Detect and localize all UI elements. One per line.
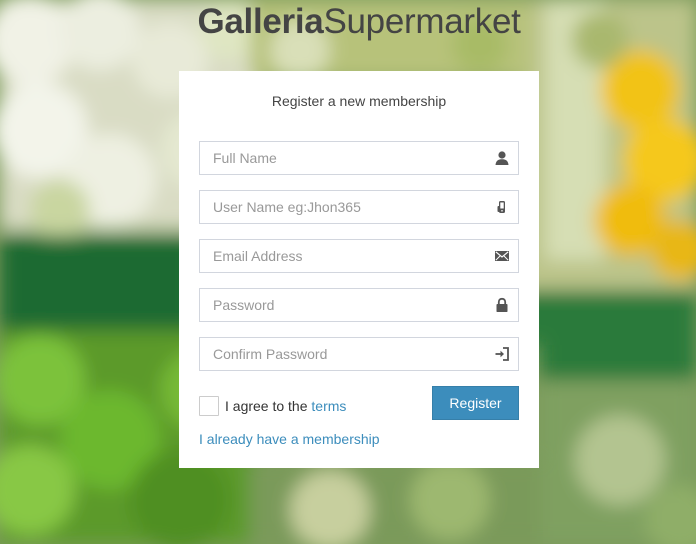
email-field xyxy=(199,239,519,273)
brand-light: Supermarket xyxy=(323,2,521,41)
terms-checkbox[interactable] xyxy=(199,396,219,416)
mobile-hand-icon xyxy=(497,201,505,213)
agree-text: I agree to the xyxy=(225,398,312,414)
brand-bold: Galleria xyxy=(197,2,324,41)
already-member-link[interactable]: I already have a membership xyxy=(199,431,380,447)
envelope-icon xyxy=(495,251,509,261)
register-button[interactable]: Register xyxy=(432,386,519,420)
form-title: Register a new membership xyxy=(271,93,447,109)
password-field xyxy=(199,288,519,322)
terms-link[interactable]: terms xyxy=(311,398,346,414)
register-box: Register a new membership Full Name User… xyxy=(179,71,539,468)
confirm-password-input[interactable] xyxy=(200,338,518,370)
password-input[interactable] xyxy=(200,289,518,321)
username-field xyxy=(199,190,519,224)
email-input[interactable] xyxy=(200,240,518,272)
user-icon xyxy=(495,151,509,165)
agree-terms-label: I agree to the terms xyxy=(225,398,346,414)
full-name-field xyxy=(199,141,519,175)
sign-in-icon xyxy=(495,347,509,361)
full-name-input[interactable] xyxy=(200,142,518,174)
confirm-password-field xyxy=(199,337,519,371)
username-input[interactable] xyxy=(200,191,518,223)
brand-logo-text: GalleriaSupermarket xyxy=(0,2,696,42)
lock-icon xyxy=(496,297,508,312)
